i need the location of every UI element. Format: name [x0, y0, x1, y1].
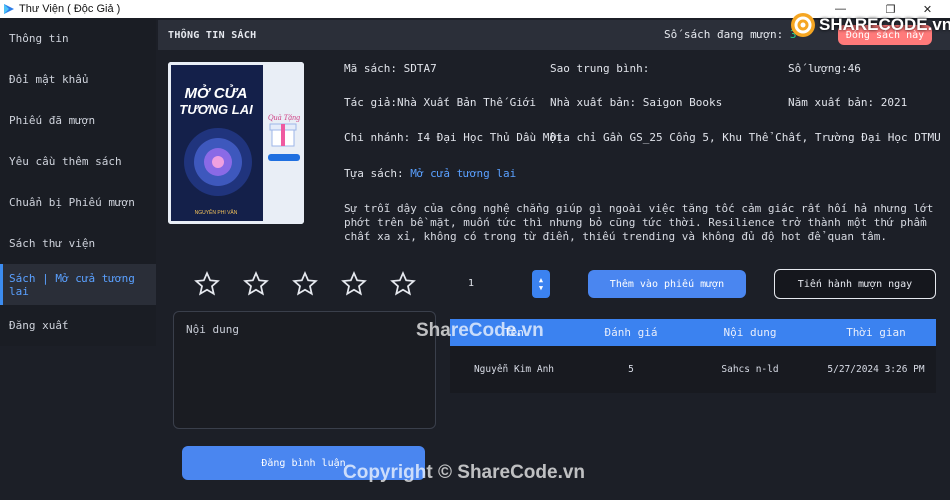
book-publisher: Nhà xuất bản: Saigon Books — [550, 96, 722, 109]
book-author-label: Tác giả: — [344, 96, 397, 109]
cover-author: NGUYỄN PHI VÂN — [195, 209, 238, 216]
cell-content: Sahcs n-ld — [721, 364, 779, 375]
column-header[interactable]: Đánh giá — [578, 326, 684, 339]
table-row[interactable]: Nguyễn Kim Anh 5 Sahcs n-ld 5/27/2024 3:… — [450, 346, 936, 393]
sidebar-item-library-books[interactable]: Sách thư viện — [0, 223, 156, 264]
book-title: Tựa sách: Mở cửa tương lai — [344, 167, 516, 180]
book-publisher-value: Saigon Books — [642, 96, 723, 109]
quantity-stepper[interactable]: 1 ▲ ▼ — [452, 270, 554, 298]
sidebar-item-label: Đổi mật khẩu — [9, 73, 89, 86]
book-branch-value: I4 Đại Học Thủ Dầu Một — [416, 131, 563, 144]
sidebar: Thông tin Đổi mật khẩu Phiếu đã mượn Yêu… — [0, 18, 156, 346]
comment-input[interactable]: Nội dung — [173, 311, 436, 429]
sidebar-item-label: Thông tin — [9, 32, 69, 45]
cover-title-line1: MỞ CỬA — [184, 84, 247, 102]
comment-placeholder: Nội dung — [186, 323, 239, 336]
star-icon[interactable] — [243, 271, 269, 297]
cell-time: 5/27/2024 3:26 PM — [827, 364, 925, 375]
sidebar-item-change-password[interactable]: Đổi mật khẩu — [0, 59, 156, 100]
app-icon — [4, 4, 14, 14]
sidebar-item-logout[interactable]: Đăng xuất — [0, 305, 156, 346]
book-code: Mã sách: SDTA7 — [344, 62, 437, 75]
rating-stars — [194, 271, 439, 297]
column-header[interactable]: Nội dung — [684, 326, 816, 339]
quantity-value: 1 — [468, 278, 475, 289]
chevron-up-icon[interactable]: ▲ — [539, 276, 543, 284]
book-publisher-label: Nhà xuất bản: — [550, 96, 637, 109]
sidebar-item-label: Phiếu đã mượn — [9, 114, 96, 127]
sidebar-item-label: Sách | Mở cửa tương lai — [9, 271, 135, 298]
sharecode-logo: SHARECODE.vn — [790, 12, 950, 38]
borrowing-count-label: Số sách đang mượn: — [664, 28, 784, 41]
sidebar-item-borrowed-slips[interactable]: Phiếu đã mượn — [0, 100, 156, 141]
cover-gift-text: Quà Tặng — [268, 113, 300, 122]
star-icon[interactable] — [292, 271, 318, 297]
main-panel: THÔNG TIN SÁCH Số sách đang mượn: 3 Đóng… — [156, 18, 950, 500]
sidebar-item-label: Yêu cầu thêm sách — [9, 155, 122, 168]
book-year: Năm xuất bản: 2021 — [788, 96, 907, 109]
cell-rating: 5 — [628, 364, 634, 375]
watermark-footer: Copyright © ShareCode.vn — [343, 462, 586, 483]
watermark-center: ShareCode.vn — [416, 320, 544, 341]
book-author-value: Nhà Xuất Bản Thế Giới — [396, 96, 537, 109]
sidebar-item-label: Chuẩn bị Phiếu mượn — [9, 196, 135, 209]
book-avg-rating: Sao trung bình: — [550, 62, 649, 75]
book-address-value: Gần GS_25 Cổng 5, Khu Thể Chất, Trường Đ… — [602, 131, 941, 144]
book-year-label: Năm xuất bản: — [788, 96, 875, 109]
book-author: Tác giả:Nhà Xuất Bản Thế Giới — [344, 96, 536, 109]
book-description: Sự trỗi dậy của công nghệ chẳng giúp gì … — [344, 202, 934, 243]
cell-name: Nguyễn Kim Anh — [473, 364, 555, 375]
cover-title-line2: TƯƠNG LAI — [179, 102, 253, 117]
sidebar-item-label: Đăng xuất — [9, 319, 69, 332]
book-cover-art: MỞ CỬA TƯƠNG LAI NGUYỄN PHI VÂN Quà Tặng — [168, 62, 304, 224]
borrow-now-button[interactable]: Tiến hành mượn ngay — [774, 269, 936, 299]
book-code-label: Mã sách: — [344, 62, 397, 75]
borrowing-count: Số sách đang mượn: 3 — [664, 28, 796, 41]
add-to-slip-button[interactable]: Thêm vào phiếu mượn — [588, 270, 746, 298]
star-icon[interactable] — [390, 271, 416, 297]
book-year-value: 2021 — [880, 96, 908, 109]
page-title: THÔNG TIN SÁCH — [168, 29, 257, 41]
sharecode-logo-text: SHARECODE.vn — [819, 15, 950, 34]
column-header[interactable]: Thời gian — [816, 326, 936, 339]
book-title-label: Tựa sách: — [344, 167, 404, 180]
book-branch-label: Chi nhánh: — [344, 131, 411, 144]
star-icon[interactable] — [194, 271, 220, 297]
sharecode-logo-icon — [791, 13, 815, 37]
sidebar-item-label: Sách thư viện — [9, 237, 96, 250]
chevron-down-icon[interactable]: ▼ — [539, 284, 543, 292]
book-quantity-value: 46 — [847, 62, 861, 75]
book-title-value: Mở cửa tương lai — [410, 167, 517, 180]
book-branch: Chi nhánh: I4 Đại Học Thủ Dầu Một — [344, 131, 563, 144]
book-quantity-label: Số lượng: — [788, 62, 848, 75]
quantity-spin-buttons[interactable]: ▲ ▼ — [532, 270, 550, 298]
sidebar-item-current-book[interactable]: Sách | Mở cửa tương lai — [0, 264, 156, 305]
book-quantity: Số lượng:46 — [788, 62, 861, 75]
book-address: Địa chỉ Gần GS_25 Cổng 5, Khu Thể Chất, … — [550, 131, 941, 144]
book-cover: MỞ CỬA TƯƠNG LAI NGUYỄN PHI VÂN Quà Tặng — [168, 62, 304, 224]
book-code-value: SDTA7 — [403, 62, 437, 75]
book-address-label: Địa chỉ — [550, 131, 597, 144]
window-title: Thư Viện ( Độc Giả ) — [19, 3, 121, 15]
sidebar-filler — [0, 346, 156, 500]
book-avg-rating-label: Sao trung bình: — [550, 62, 650, 75]
star-icon[interactable] — [341, 271, 367, 297]
sidebar-item-request-book[interactable]: Yêu cầu thêm sách — [0, 141, 156, 182]
sidebar-item-info[interactable]: Thông tin — [0, 18, 156, 59]
sidebar-item-prepare-slip[interactable]: Chuẩn bị Phiếu mượn — [0, 182, 156, 223]
